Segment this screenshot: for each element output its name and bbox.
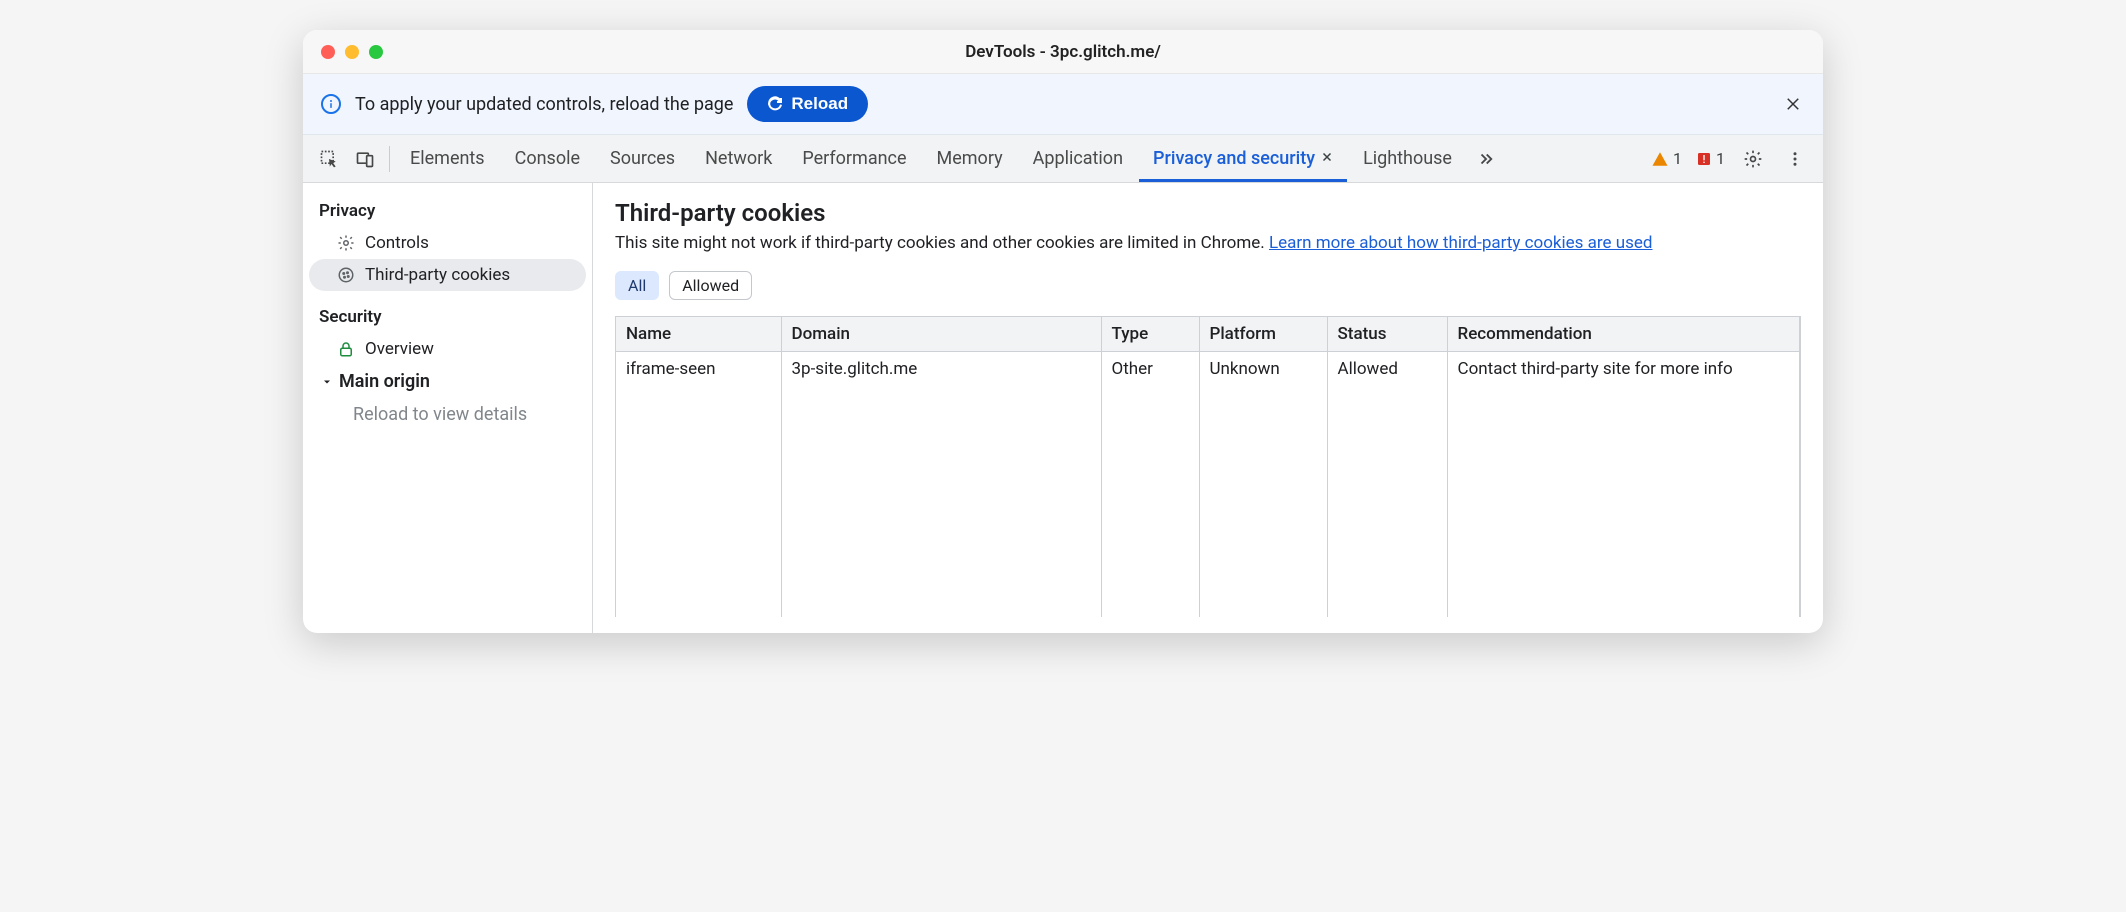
inspect-icon xyxy=(319,149,339,169)
gear-icon xyxy=(1743,149,1763,169)
cookie-icon xyxy=(337,266,355,284)
inspect-element-button[interactable] xyxy=(311,141,347,177)
cell-recommendation: Contact third-party site for more info xyxy=(1447,352,1800,387)
tab-label: Privacy and security xyxy=(1153,148,1315,169)
cell-name: iframe-seen xyxy=(616,352,781,387)
tab-sources[interactable]: Sources xyxy=(596,136,689,181)
tab-console[interactable]: Console xyxy=(501,136,594,181)
tab-performance[interactable]: Performance xyxy=(788,136,920,181)
sidebar-item-third-party-cookies[interactable]: Third-party cookies xyxy=(309,259,586,291)
page-subtitle: This site might not work if third-party … xyxy=(615,233,1801,253)
sidebar-group-security: Security xyxy=(303,303,592,333)
sidebar-item-label: Controls xyxy=(365,233,429,253)
sidebar-tree-main-origin[interactable]: Main origin xyxy=(303,365,592,398)
col-header-recommendation[interactable]: Recommendation xyxy=(1447,317,1800,352)
sidebar: Privacy Controls Third-party cookies Sec… xyxy=(303,183,593,633)
filter-chip-allowed[interactable]: Allowed xyxy=(669,271,752,300)
cell-status: Allowed xyxy=(1327,352,1447,387)
sidebar-item-label: Overview xyxy=(365,339,434,359)
table-row[interactable]: iframe-seen 3p-site.glitch.me Other Unkn… xyxy=(616,352,1800,387)
devtools-window: DevTools - 3pc.glitch.me/ To apply your … xyxy=(303,30,1823,633)
settings-button[interactable] xyxy=(1739,145,1767,173)
close-icon xyxy=(1321,151,1333,163)
issue-icon xyxy=(1696,151,1712,167)
table-empty-row xyxy=(616,386,1800,617)
chevron-double-right-icon xyxy=(1477,150,1495,168)
main-panel: Third-party cookies This site might not … xyxy=(593,183,1823,633)
tab-memory[interactable]: Memory xyxy=(923,136,1017,181)
banner-message: To apply your updated controls, reload t… xyxy=(355,94,733,115)
reload-button[interactable]: Reload xyxy=(747,86,868,122)
chevron-down-icon xyxy=(321,376,333,388)
toolbar-divider xyxy=(389,146,390,172)
tab-lighthouse[interactable]: Lighthouse xyxy=(1349,136,1466,181)
gear-icon xyxy=(337,234,355,252)
reload-icon xyxy=(767,96,783,112)
reload-button-label: Reload xyxy=(791,94,848,114)
warnings-chip[interactable]: 1 xyxy=(1651,149,1682,168)
col-header-platform[interactable]: Platform xyxy=(1199,317,1327,352)
tab-close-button[interactable] xyxy=(1321,151,1333,167)
info-icon xyxy=(321,94,341,114)
window-minimize-button[interactable] xyxy=(345,45,359,59)
device-mode-button[interactable] xyxy=(347,141,383,177)
kebab-icon xyxy=(1786,150,1804,168)
device-icon xyxy=(355,149,375,169)
tab-application[interactable]: Application xyxy=(1019,136,1137,181)
cell-type: Other xyxy=(1101,352,1199,387)
page-title: Third-party cookies xyxy=(615,199,1801,227)
devtools-toolbar: Elements Console Sources Network Perform… xyxy=(303,135,1823,183)
tab-privacy-security[interactable]: Privacy and security xyxy=(1139,136,1347,181)
toolbar-right: 1 1 xyxy=(1651,145,1815,173)
cell-domain: 3p-site.glitch.me xyxy=(781,352,1101,387)
sidebar-item-label: Third-party cookies xyxy=(365,265,510,285)
issues-count: 1 xyxy=(1716,149,1725,168)
tab-network[interactable]: Network xyxy=(691,136,786,181)
col-header-type[interactable]: Type xyxy=(1101,317,1199,352)
window-maximize-button[interactable] xyxy=(369,45,383,59)
tab-elements[interactable]: Elements xyxy=(396,136,499,181)
banner-close-button[interactable] xyxy=(1781,92,1805,116)
warnings-count: 1 xyxy=(1673,149,1682,168)
col-header-name[interactable]: Name xyxy=(616,317,781,352)
reload-banner: To apply your updated controls, reload t… xyxy=(303,74,1823,135)
learn-more-link[interactable]: Learn more about how third-party cookies… xyxy=(1269,233,1653,253)
sidebar-tree-reload-hint: Reload to view details xyxy=(303,398,592,431)
table-header-row: Name Domain Type Platform Status Recomme… xyxy=(616,317,1800,352)
tree-label: Main origin xyxy=(339,371,430,392)
content-area: Privacy Controls Third-party cookies Sec… xyxy=(303,183,1823,633)
sidebar-item-controls[interactable]: Controls xyxy=(303,227,592,259)
more-tabs-button[interactable] xyxy=(1468,141,1504,177)
panel-tabs: Elements Console Sources Network Perform… xyxy=(396,136,1504,181)
sidebar-group-privacy: Privacy xyxy=(303,197,592,227)
subtitle-text: This site might not work if third-party … xyxy=(615,233,1269,253)
more-options-button[interactable] xyxy=(1781,145,1809,173)
col-header-domain[interactable]: Domain xyxy=(781,317,1101,352)
window-title: DevTools - 3pc.glitch.me/ xyxy=(303,42,1823,62)
filter-chip-all[interactable]: All xyxy=(615,271,659,300)
cookies-table: Name Domain Type Platform Status Recomme… xyxy=(615,316,1801,617)
close-icon xyxy=(1784,95,1802,113)
titlebar: DevTools - 3pc.glitch.me/ xyxy=(303,30,1823,74)
sidebar-item-overview[interactable]: Overview xyxy=(303,333,592,365)
filter-chips: All Allowed xyxy=(615,271,1801,300)
traffic-lights xyxy=(321,45,383,59)
col-header-status[interactable]: Status xyxy=(1327,317,1447,352)
window-close-button[interactable] xyxy=(321,45,335,59)
issues-chip[interactable]: 1 xyxy=(1696,149,1725,168)
lock-icon xyxy=(337,340,355,358)
warning-icon xyxy=(1651,150,1669,168)
cell-platform: Unknown xyxy=(1199,352,1327,387)
